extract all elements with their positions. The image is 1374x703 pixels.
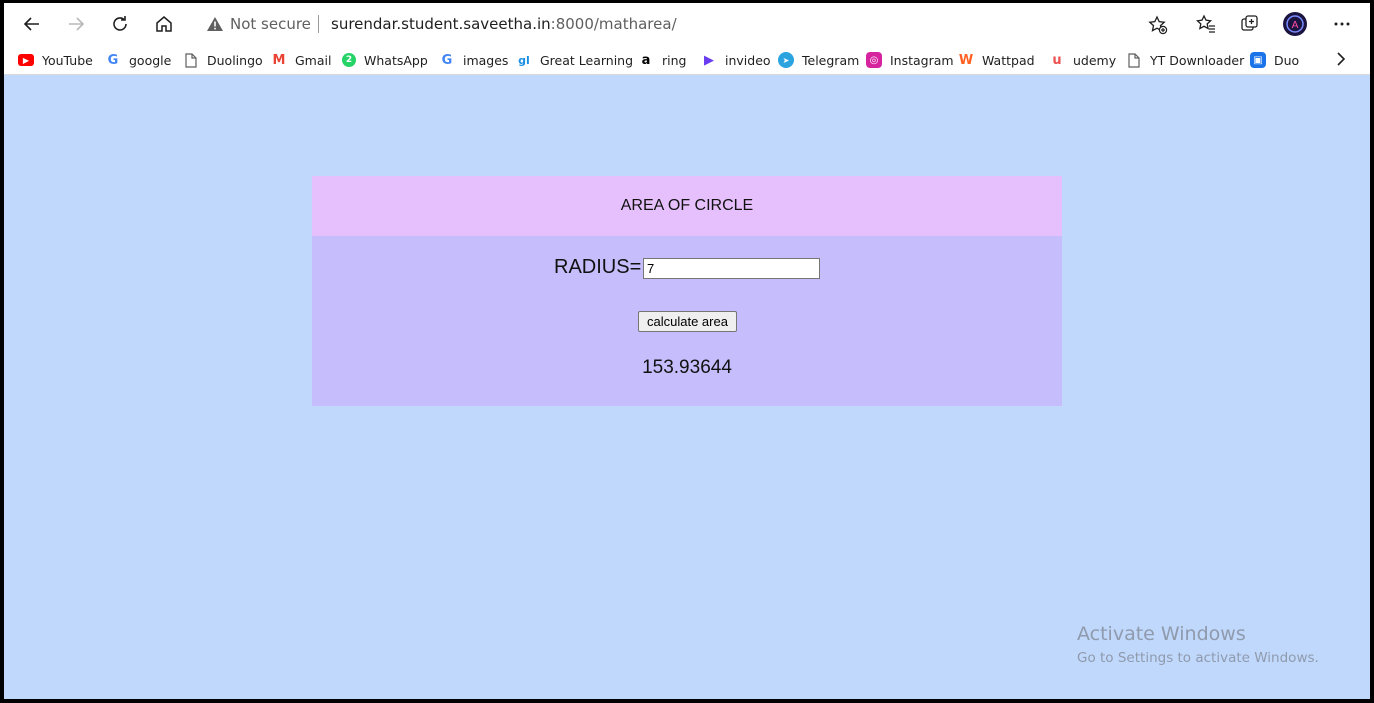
bookmark-gmail[interactable]: M Gmail [271, 50, 332, 70]
bookmark-label: YT Downloader [1150, 52, 1245, 68]
area-calculator-card: AREA OF CIRCLE RADIUS= calculate area 15… [312, 176, 1062, 406]
collections-icon [1241, 15, 1258, 31]
gmail-icon: M [272, 52, 286, 68]
refresh-icon [113, 16, 127, 31]
bookmark-wattpad[interactable]: W Wattpad [958, 50, 1035, 70]
bookmark-duolingo[interactable]: Duolingo [183, 50, 263, 70]
forward-icon [69, 17, 85, 31]
wattpad-icon: W [958, 52, 974, 68]
favorites-button[interactable] [1190, 9, 1222, 39]
bookmark-label: Great Learning [540, 52, 634, 68]
radius-label: RADIUS= [554, 256, 642, 278]
greatlearning-icon: gl [518, 53, 530, 67]
whatsapp-icon: 2 [342, 53, 356, 67]
browser-toolbar: Not secure surendar.student.saveetha.in:… [4, 3, 1370, 44]
bookmark-label: Gmail [295, 52, 332, 68]
favorites-icon [1196, 14, 1215, 33]
more-menu-icon [1334, 22, 1350, 26]
back-button[interactable] [16, 9, 48, 39]
area-result: 153.93644 [642, 357, 732, 378]
page-icon [1126, 52, 1142, 68]
radius-input[interactable] [643, 258, 820, 279]
browser-window: Not secure surendar.student.saveetha.in:… [4, 3, 1370, 699]
bookmark-duo[interactable]: ▣ Duo [1250, 50, 1299, 70]
bookmark-whatsapp[interactable]: 2 WhatsApp [342, 50, 428, 70]
more-menu-button[interactable] [1326, 9, 1358, 39]
bookmark-great-learning[interactable]: gl Great Learning [516, 50, 633, 70]
bookmark-label: Instagram [890, 52, 954, 68]
bookmark-label: Wattpad [982, 52, 1035, 68]
home-icon [156, 16, 172, 32]
amazon-icon: a [641, 52, 651, 68]
bookmark-label: invideo [725, 52, 771, 68]
bookmark-label: YouTube [42, 52, 93, 68]
svg-text:A: A [1292, 20, 1299, 31]
instagram-icon: ◎ [866, 52, 882, 68]
add-favorite-icon[interactable] [1148, 15, 1168, 40]
home-button[interactable] [148, 9, 180, 39]
bookmark-images[interactable]: Gimages [439, 50, 509, 70]
bookmark-telegram[interactable]: ➤ Telegram [778, 50, 859, 70]
url-host: surendar.student.saveetha.in [331, 15, 551, 33]
youtube-icon: ▶ [18, 54, 34, 66]
invideo-icon: ▶ [704, 52, 714, 68]
page-title: AREA OF CIRCLE [312, 176, 1062, 236]
activate-windows-title: Activate Windows [1077, 623, 1246, 645]
calculator-form: RADIUS= calculate area 153.93644 [312, 236, 1062, 406]
url-text[interactable]: surendar.student.saveetha.in:8000/mathar… [331, 15, 677, 33]
bookmarks-bar: ▶ YouTube Ggoogle Duolingo M Gmail 2 WhatsApp Gi… [4, 44, 1370, 75]
bookmark-label: WhatsApp [364, 52, 428, 68]
bookmark-label: udemy [1073, 52, 1117, 68]
bookmark-instagram[interactable]: ◎ Instagram [866, 50, 954, 70]
bookmark-label: images [463, 52, 509, 68]
profile-button[interactable]: A [1279, 9, 1311, 39]
bookmark-label: ring [662, 52, 687, 68]
forward-button[interactable] [60, 9, 92, 39]
warning-icon[interactable] [206, 16, 224, 37]
address-bar[interactable]: Not secure surendar.student.saveetha.in:… [192, 9, 1178, 39]
bookmark-youtube[interactable]: ▶ YouTube [18, 50, 93, 70]
bookmark-google[interactable]: Ggoogle [105, 50, 172, 70]
back-icon [23, 17, 39, 31]
refresh-button[interactable] [104, 9, 136, 39]
bookmark-label: google [129, 52, 172, 68]
profile-avatar: A [1283, 12, 1307, 36]
activate-windows-subtitle: Go to Settings to activate Windows. [1077, 650, 1319, 666]
page-icon [183, 52, 199, 68]
address-divider [318, 15, 319, 33]
telegram-icon: ➤ [778, 52, 794, 68]
security-status[interactable]: Not secure [230, 15, 311, 33]
bookmark-ring[interactable]: a ring [638, 50, 687, 70]
bookmarks-overflow-chevron-icon[interactable] [1334, 51, 1348, 72]
bookmark-label: Duolingo [207, 52, 263, 68]
udemy-icon: u [1052, 52, 1062, 68]
collections-button[interactable] [1234, 9, 1266, 39]
bookmark-label: Telegram [802, 52, 860, 68]
bookmark-invideo[interactable]: ▶ invideo [701, 50, 771, 70]
google-icon: G [441, 52, 453, 68]
url-path: :8000/matharea/ [550, 15, 677, 33]
bookmark-udemy[interactable]: u udemy [1049, 50, 1116, 70]
bookmark-yt-downloader[interactable]: YT Downloader [1126, 50, 1244, 70]
calculate-area-button[interactable]: calculate area [638, 311, 737, 332]
bookmark-label: Duo [1274, 52, 1300, 68]
google-icon: G [107, 52, 119, 68]
duo-icon: ▣ [1250, 52, 1266, 68]
